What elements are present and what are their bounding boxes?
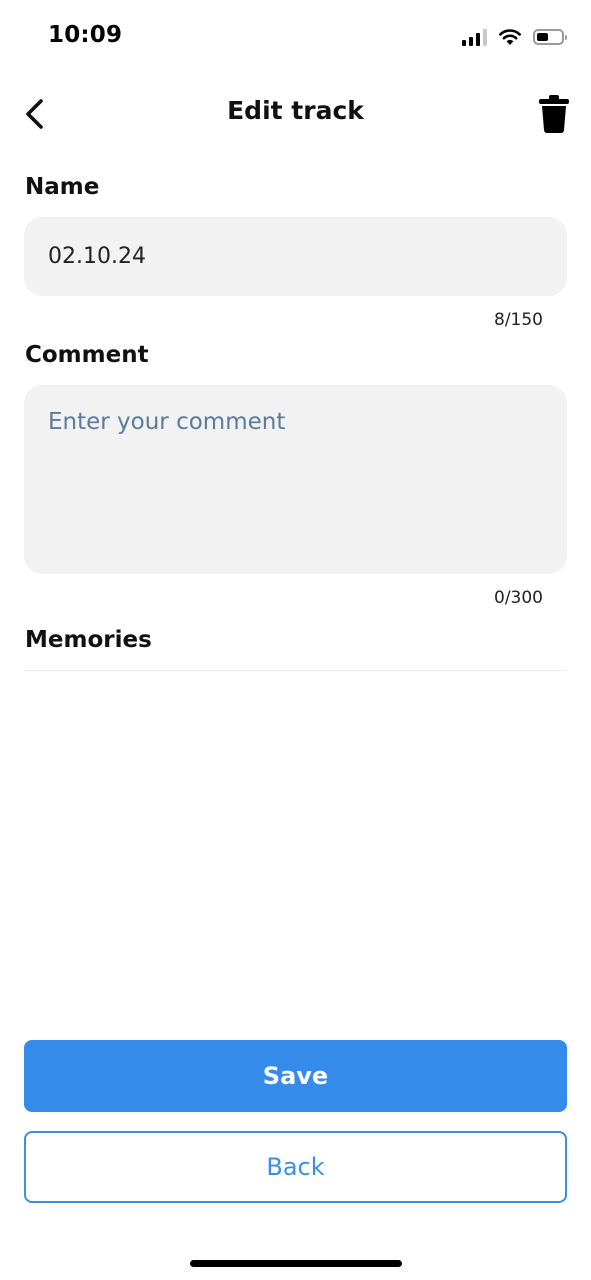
name-input[interactable] — [24, 217, 567, 296]
memories-divider — [24, 670, 567, 671]
battery-icon — [533, 29, 567, 45]
status-time: 10:09 — [48, 22, 123, 48]
comment-label: Comment — [25, 342, 149, 368]
wifi-icon — [499, 29, 521, 45]
status-icons — [462, 26, 567, 48]
comment-textarea[interactable] — [24, 385, 567, 574]
name-label: Name — [25, 174, 100, 200]
home-indicator — [190, 1260, 402, 1267]
cellular-signal-icon — [462, 28, 487, 46]
page-title: Edit track — [227, 96, 364, 125]
edit-track-screen: 10:09 Edit track Name 8/150 Comment 0/30… — [0, 0, 591, 1280]
back-button[interactable]: Back — [24, 1131, 567, 1203]
comment-char-counter: 0/300 — [494, 588, 543, 608]
name-char-counter: 8/150 — [494, 310, 543, 330]
trash-icon[interactable] — [537, 94, 571, 134]
memories-label: Memories — [25, 627, 152, 653]
save-button[interactable]: Save — [24, 1040, 567, 1112]
